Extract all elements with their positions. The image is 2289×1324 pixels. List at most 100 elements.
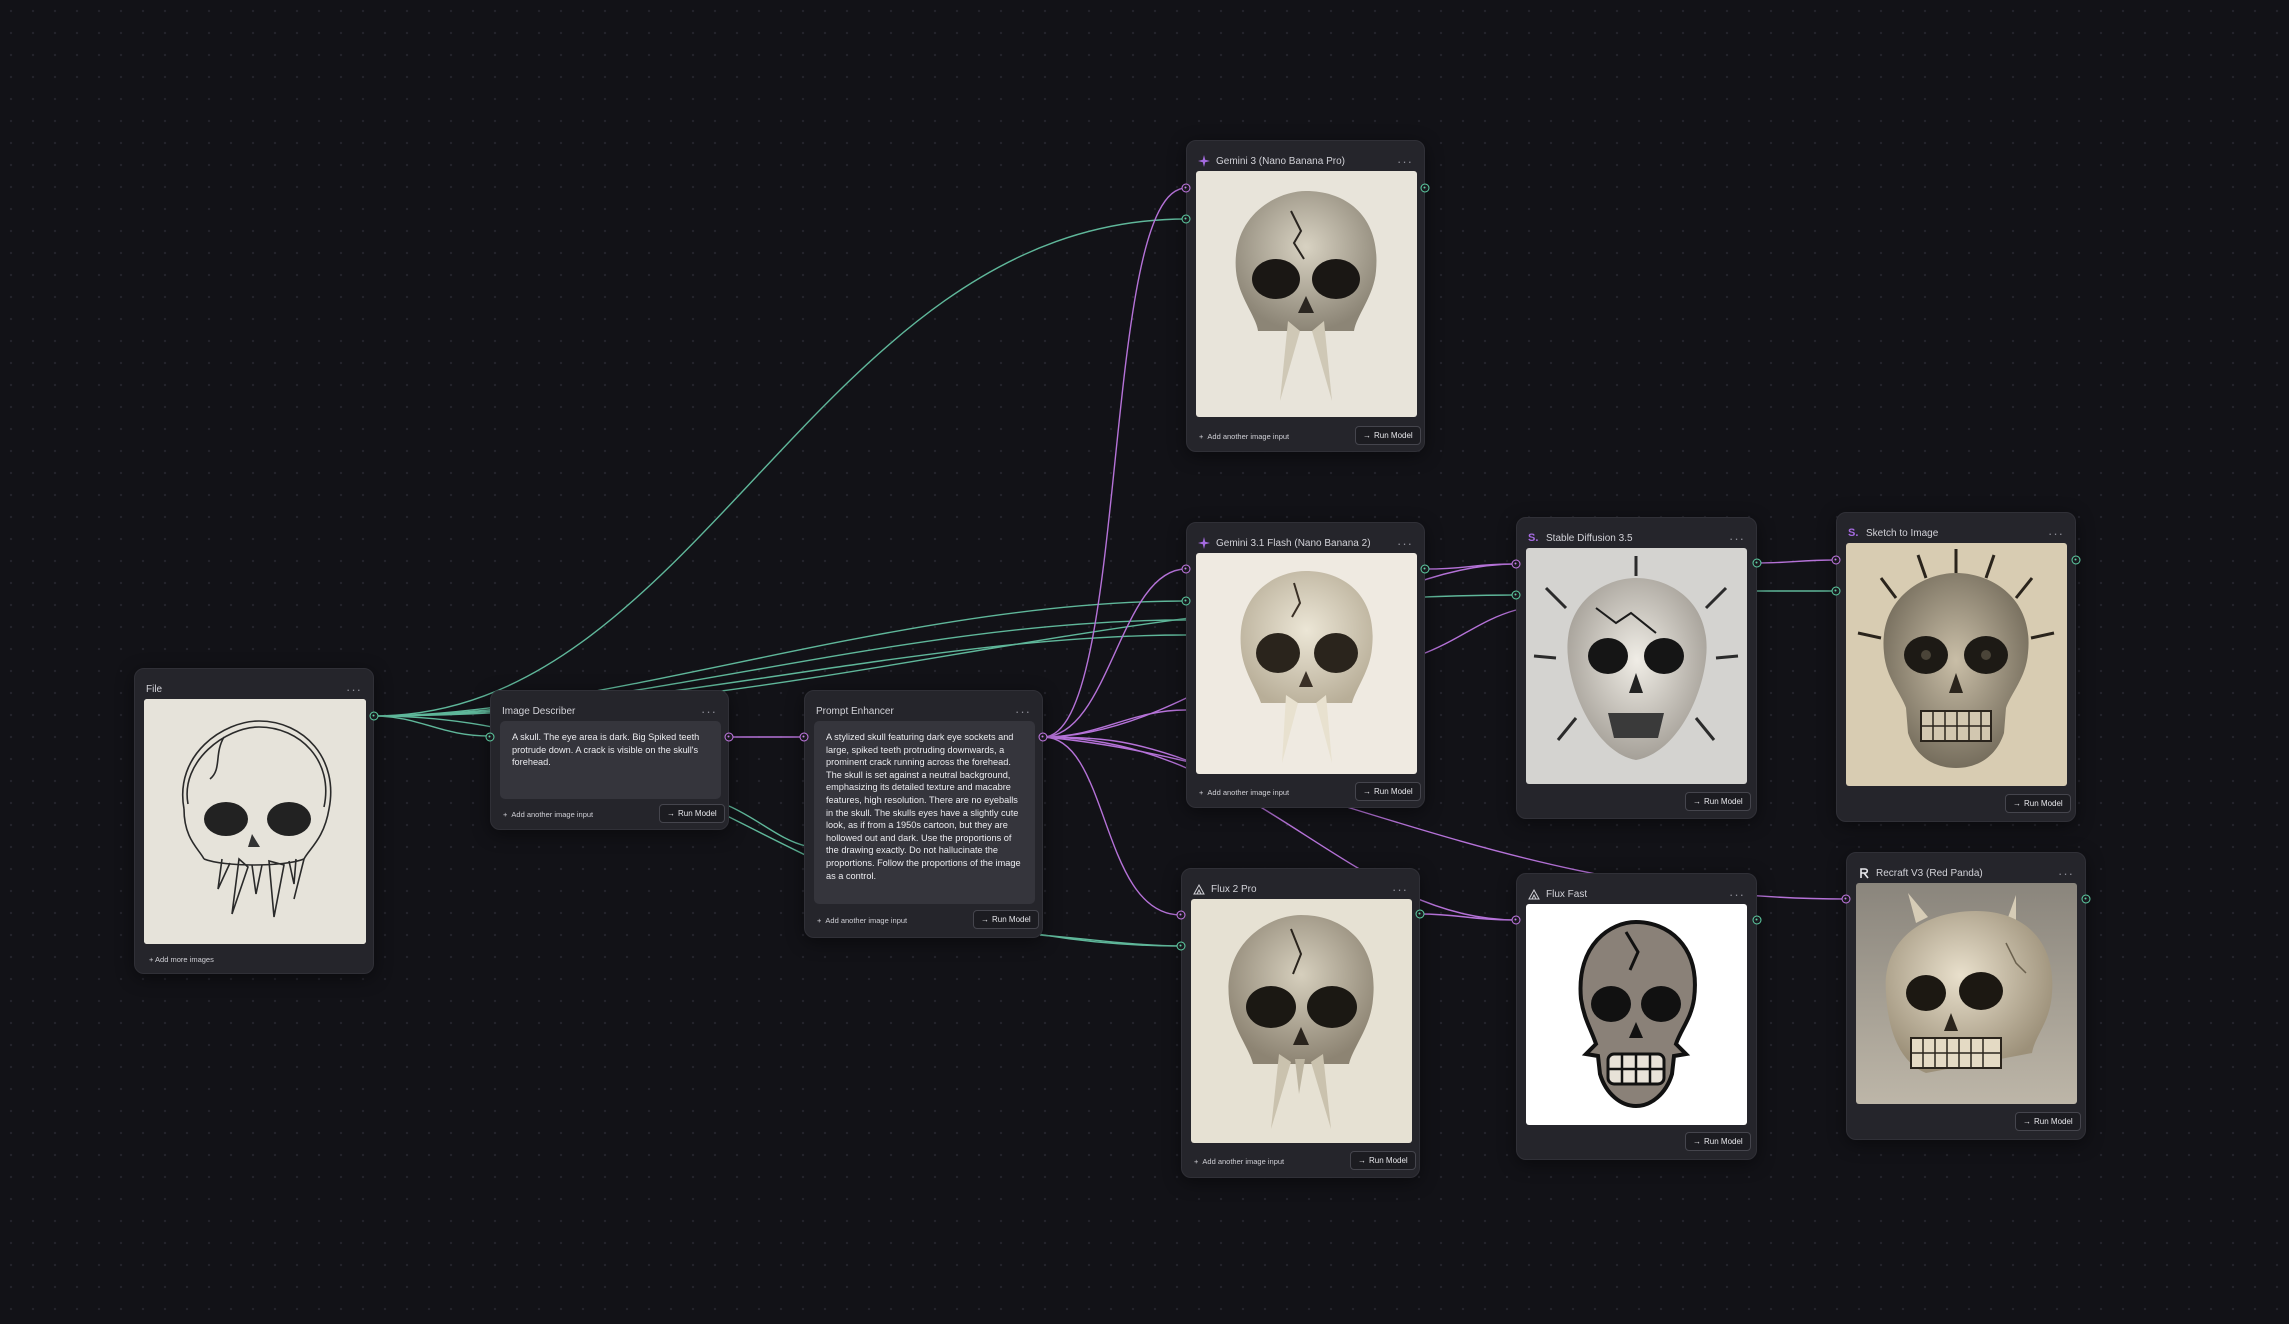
more-options-icon[interactable]: ··· (701, 704, 717, 719)
add-image-input-button[interactable]: + Add another image input (1199, 788, 1289, 797)
triangle-logo-icon (1528, 888, 1540, 900)
gemini31-prompt-input-port[interactable] (1181, 564, 1191, 574)
flux2pro-output-port[interactable] (1415, 909, 1425, 919)
plus-icon: + (1194, 1157, 1199, 1166)
add-image-input-label: Add another image input (511, 810, 594, 819)
triangle-logo-icon (1193, 883, 1205, 895)
skull-sketch-drawing (144, 699, 366, 944)
describer-text-output-port[interactable] (724, 732, 734, 742)
plus-icon: + (1199, 788, 1204, 797)
arrow-right-icon: → (1693, 797, 1701, 806)
file-node-header: File ··· (146, 679, 362, 699)
run-model-button[interactable]: → Run Model (2005, 794, 2071, 813)
flux-fast-prompt-input-port[interactable] (1511, 915, 1521, 925)
add-image-input-button[interactable]: + Add another image input (503, 810, 593, 819)
flux2pro-image-input-port[interactable] (1176, 941, 1186, 951)
sketch-to-image-header: S. Sketch to Image ··· (1848, 523, 2064, 543)
sd35-output-port[interactable] (1752, 558, 1762, 568)
run-model-button[interactable]: → Run Model (1685, 1132, 1751, 1151)
more-options-icon[interactable]: ··· (346, 682, 362, 697)
generated-skull-image (1526, 548, 1747, 784)
run-model-button[interactable]: → Run Model (2015, 1112, 2081, 1131)
gemini3-header: Gemini 3 (Nano Banana Pro) ··· (1198, 151, 1413, 171)
add-image-input-label: Add another image input (1202, 1157, 1285, 1166)
sketch-to-image-node[interactable]: S. Sketch to Image ··· → Run Model (1836, 512, 2076, 822)
gemini31-output-port[interactable] (1420, 564, 1430, 574)
add-image-input-button[interactable]: + Add another image input (817, 916, 907, 925)
file-output-port[interactable] (369, 711, 379, 721)
gemini3-prompt-input-port[interactable] (1181, 183, 1191, 193)
node-title: Gemini 3 (Nano Banana Pro) (1216, 155, 1345, 167)
sd35-header: S. Stable Diffusion 3.5 ··· (1528, 528, 1745, 548)
run-model-label: Run Model (678, 809, 717, 818)
skull-render (1191, 899, 1412, 1143)
generated-skull-image (1191, 899, 1412, 1143)
arrow-right-icon: → (2023, 1117, 2031, 1126)
file-node[interactable]: File ··· + Add more images (134, 668, 374, 974)
run-model-button[interactable]: → Run Model (973, 910, 1039, 929)
wire-sd35-to-sketch (1756, 559, 1837, 564)
enhanced-prompt-text[interactable]: A stylized skull featuring dark eye sock… (814, 721, 1035, 904)
add-image-input-button[interactable]: + Add another image input (1199, 432, 1289, 441)
node-title: Stable Diffusion 3.5 (1546, 532, 1633, 544)
more-options-icon[interactable]: ··· (1015, 704, 1031, 719)
sketch-image (144, 699, 366, 944)
description-text[interactable]: A skull. The eye area is dark. Big Spike… (500, 721, 721, 799)
more-options-icon[interactable]: ··· (1397, 154, 1413, 169)
run-model-button[interactable]: → Run Model (659, 804, 725, 823)
gemini31-header: Gemini 3.1 Flash (Nano Banana 2) ··· (1198, 533, 1413, 553)
prompt-enhancer-node[interactable]: Prompt Enhancer ··· A stylized skull fea… (804, 690, 1043, 938)
gemini31-node[interactable]: Gemini 3.1 Flash (Nano Banana 2) ··· + A… (1186, 522, 1425, 808)
enhancer-text-output-port[interactable] (1038, 732, 1048, 742)
arrow-right-icon: → (2013, 799, 2021, 808)
add-image-input-label: Add another image input (825, 916, 908, 925)
more-options-icon[interactable]: ··· (1397, 536, 1413, 551)
gemini3-output-port[interactable] (1420, 183, 1430, 193)
wire-gemini31-lower (1419, 609, 1517, 656)
skull-render (1526, 548, 1747, 784)
recraft-node[interactable]: Recraft V3 (Red Panda) ··· → Run Model (1846, 852, 2086, 1140)
sd35-prompt-input-port[interactable] (1511, 559, 1521, 569)
more-options-icon[interactable]: ··· (2058, 866, 2074, 881)
sketch-output-port[interactable] (2071, 555, 2081, 565)
arrow-right-icon: → (1363, 431, 1371, 440)
gemini3-node[interactable]: Gemini 3 (Nano Banana Pro) ··· + Add ano… (1186, 140, 1425, 452)
add-image-input-label: Add another image input (1207, 432, 1290, 441)
recraft-output-port[interactable] (2081, 894, 2091, 904)
node-title: Image Describer (502, 705, 576, 717)
run-model-button[interactable]: → Run Model (1355, 782, 1421, 801)
run-model-label: Run Model (1369, 1156, 1408, 1165)
node-title: Recraft V3 (Red Panda) (1876, 867, 1983, 879)
node-title: Sketch to Image (1866, 527, 1939, 539)
enhancer-text-input-port[interactable] (799, 732, 809, 742)
gemini31-image-input-port[interactable] (1181, 596, 1191, 606)
flux2pro-header: Flux 2 Pro ··· (1193, 879, 1408, 899)
more-options-icon[interactable]: ··· (2048, 526, 2064, 541)
sd35-image-input-port[interactable] (1511, 590, 1521, 600)
flux-fast-output-port[interactable] (1752, 915, 1762, 925)
generated-skull-image (1856, 883, 2077, 1104)
sketch-prompt-input-port[interactable] (1831, 555, 1841, 565)
recraft-header: Recraft V3 (Red Panda) ··· (1858, 863, 2074, 883)
flux2pro-prompt-input-port[interactable] (1176, 910, 1186, 920)
arrow-right-icon: → (1363, 787, 1371, 796)
flux2pro-node[interactable]: Flux 2 Pro ··· + Add another image input… (1181, 868, 1420, 1178)
sketch-image-input-port[interactable] (1831, 586, 1841, 596)
add-more-images-button[interactable]: + Add more images (149, 955, 214, 964)
add-image-input-button[interactable]: + Add another image input (1194, 1157, 1284, 1166)
image-describer-node[interactable]: Image Describer ··· A skull. The eye are… (490, 690, 729, 830)
more-options-icon[interactable]: ··· (1392, 882, 1408, 897)
describer-image-input-port[interactable] (485, 732, 495, 742)
gemini3-image-input-port[interactable] (1181, 214, 1191, 224)
skull-render (1196, 553, 1417, 774)
node-title: Flux 2 Pro (1211, 883, 1257, 895)
recraft-prompt-input-port[interactable] (1841, 894, 1851, 904)
sd35-node[interactable]: S. Stable Diffusion 3.5 ··· → Run Model (1516, 517, 1757, 819)
more-options-icon[interactable]: ··· (1729, 887, 1745, 902)
run-model-button[interactable]: → Run Model (1350, 1151, 1416, 1170)
more-options-icon[interactable]: ··· (1729, 531, 1745, 546)
flux-fast-node[interactable]: Flux Fast ··· → Run Model (1516, 873, 1757, 1160)
run-model-button[interactable]: → Run Model (1685, 792, 1751, 811)
node-title: Prompt Enhancer (816, 705, 894, 717)
run-model-button[interactable]: → Run Model (1355, 426, 1421, 445)
